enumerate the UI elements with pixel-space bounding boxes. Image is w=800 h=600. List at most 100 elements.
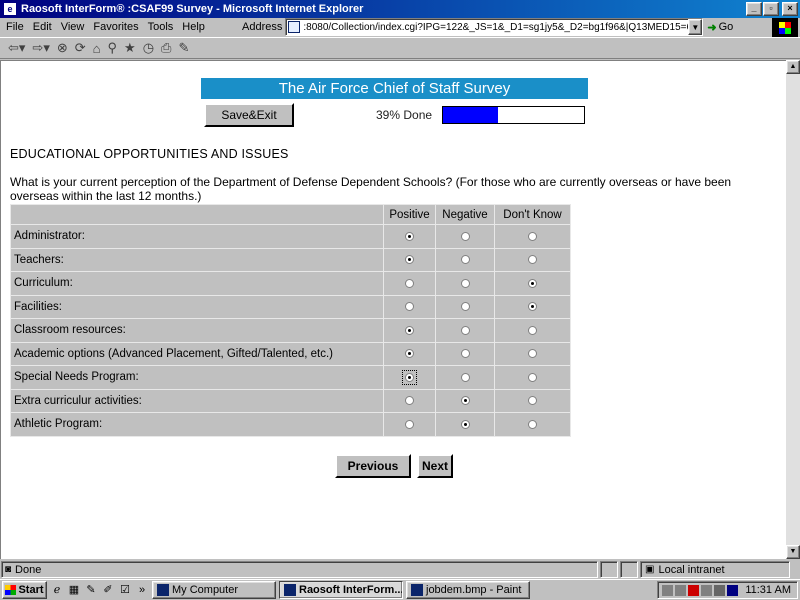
start-button[interactable]: Start: [2, 581, 47, 599]
menu-tools[interactable]: Tools: [148, 21, 174, 33]
tray-icon[interactable]: [675, 584, 686, 596]
survey-option-cell: [494, 224, 571, 249]
survey-row-label: Facilities:: [10, 294, 384, 319]
survey-option-cell: [383, 271, 436, 296]
survey-row: Facilities:: [10, 294, 571, 319]
refresh-icon[interactable]: ⟳: [75, 40, 86, 56]
close-button[interactable]: ×: [782, 2, 798, 16]
radio-negative[interactable]: [460, 278, 470, 288]
radio-positive[interactable]: [405, 255, 414, 265]
survey-row: Teachers:: [10, 247, 571, 272]
radio-negative[interactable]: [460, 325, 470, 335]
radio-dont-know[interactable]: [528, 302, 537, 312]
menu-edit[interactable]: Edit: [33, 21, 52, 33]
survey-option-cell: [435, 388, 495, 413]
go-label: Go: [718, 21, 734, 33]
menu-favorites[interactable]: Favorites: [93, 21, 138, 33]
radio-negative[interactable]: [460, 396, 470, 406]
task-paint[interactable]: jobdem.bmp - Paint: [406, 581, 530, 599]
edit-icon[interactable]: ✎: [178, 40, 189, 56]
radio-positive[interactable]: [405, 396, 414, 406]
radio-negative[interactable]: [460, 302, 470, 312]
radio-dont-know[interactable]: [528, 231, 537, 241]
task-label: My Computer: [172, 584, 239, 596]
radio-negative[interactable]: [460, 231, 470, 241]
radio-dont-know[interactable]: [528, 372, 537, 382]
radio-positive[interactable]: [405, 419, 414, 429]
local-intranet-icon: ▣: [645, 564, 655, 575]
chevron-icon[interactable]: »: [135, 583, 149, 597]
focus-outline: [402, 369, 417, 385]
radio-negative[interactable]: [460, 372, 470, 382]
column-header-negative: Negative: [435, 204, 495, 225]
volume-icon[interactable]: [714, 584, 725, 596]
address-input[interactable]: :8080/Collection/index.cgi?IPG=122&_JS=1…: [285, 18, 704, 36]
previous-button[interactable]: Previous: [335, 454, 411, 478]
scroll-up-icon[interactable]: ▲: [786, 60, 800, 74]
radio-negative[interactable]: [460, 255, 470, 265]
history-icon[interactable]: ◷: [143, 40, 154, 56]
ie-quicklaunch-icon[interactable]: ℯ: [50, 583, 64, 597]
menu-file[interactable]: File: [6, 21, 24, 33]
menu-help[interactable]: Help: [182, 21, 205, 33]
radio-negative[interactable]: [460, 349, 470, 359]
tray-icon[interactable]: [688, 584, 699, 596]
task-raosoft[interactable]: Raosoft InterForm...: [279, 581, 403, 599]
radio-positive[interactable]: [405, 325, 414, 335]
save-exit-button[interactable]: Save&Exit: [204, 103, 294, 127]
survey-row: Curriculum:: [10, 271, 571, 296]
zone-text: Local intranet: [658, 563, 725, 576]
scroll-down-icon[interactable]: ▼: [786, 545, 800, 559]
taskbar: Start ℯ ▦ ✎ ✐ ☑ » My Computer Raosoft In…: [0, 579, 800, 600]
survey-option-cell: [494, 412, 571, 437]
radio-dont-know[interactable]: [528, 278, 537, 288]
maximize-button[interactable]: ▫: [763, 2, 779, 16]
forward-icon[interactable]: ⇨▾: [32, 40, 49, 56]
quicklaunch-icon[interactable]: ✎: [84, 583, 98, 597]
radio-positive[interactable]: [405, 372, 414, 382]
ie-page-icon: e: [3, 2, 17, 16]
menu-view[interactable]: View: [61, 21, 85, 33]
search-icon[interactable]: ⚲: [108, 40, 118, 56]
clock: 11:31 AM: [745, 584, 791, 596]
radio-positive[interactable]: [405, 302, 414, 312]
go-button[interactable]: ➜ Go: [707, 21, 733, 34]
quicklaunch-icon[interactable]: ☑: [118, 583, 132, 597]
survey-row: Athletic Program:: [10, 412, 571, 437]
quicklaunch-icon[interactable]: ✐: [101, 583, 115, 597]
status-bar: ◙ Done ▣ Local intranet: [0, 560, 800, 579]
next-button[interactable]: Next: [417, 454, 453, 478]
print-icon[interactable]: ⎙: [161, 40, 171, 56]
survey-option-cell: [383, 294, 436, 319]
survey-row-label: Teachers:: [10, 247, 384, 272]
home-icon[interactable]: ⌂: [93, 41, 101, 56]
back-icon[interactable]: ⇦▾: [8, 40, 25, 56]
minimize-button[interactable]: _: [746, 2, 762, 16]
task-my-computer[interactable]: My Computer: [152, 581, 276, 599]
language-icon[interactable]: [727, 584, 738, 596]
radio-dont-know[interactable]: [528, 419, 537, 429]
radio-dont-know[interactable]: [528, 396, 537, 406]
survey-row: Administrator:: [10, 224, 571, 249]
survey-option-cell: [383, 365, 436, 390]
radio-dont-know[interactable]: [528, 349, 537, 359]
survey-option-cell: [494, 318, 571, 343]
favorites-icon[interactable]: ★: [124, 40, 136, 56]
radio-positive[interactable]: [405, 278, 414, 288]
survey-option-cell: [435, 341, 495, 366]
radio-positive[interactable]: [405, 349, 414, 359]
vertical-scrollbar[interactable]: ▲ ▼: [786, 60, 800, 559]
survey-option-cell: [383, 224, 436, 249]
toolbar: ⇦▾ ⇨▾ ⊗ ⟳ ⌂ ⚲ ★ ◷ ⎙ ✎: [0, 37, 800, 59]
survey-option-cell: [435, 318, 495, 343]
radio-dont-know[interactable]: [528, 325, 537, 335]
radio-positive[interactable]: [405, 231, 414, 241]
address-dropdown-icon[interactable]: ▼: [688, 19, 703, 35]
survey-option-cell: [494, 365, 571, 390]
radio-dont-know[interactable]: [528, 255, 537, 265]
radio-negative[interactable]: [460, 419, 470, 429]
stop-icon[interactable]: ⊗: [57, 40, 68, 56]
tray-icon[interactable]: [662, 584, 673, 596]
quicklaunch-icon[interactable]: ▦: [67, 583, 81, 597]
tray-icon[interactable]: [701, 584, 712, 596]
